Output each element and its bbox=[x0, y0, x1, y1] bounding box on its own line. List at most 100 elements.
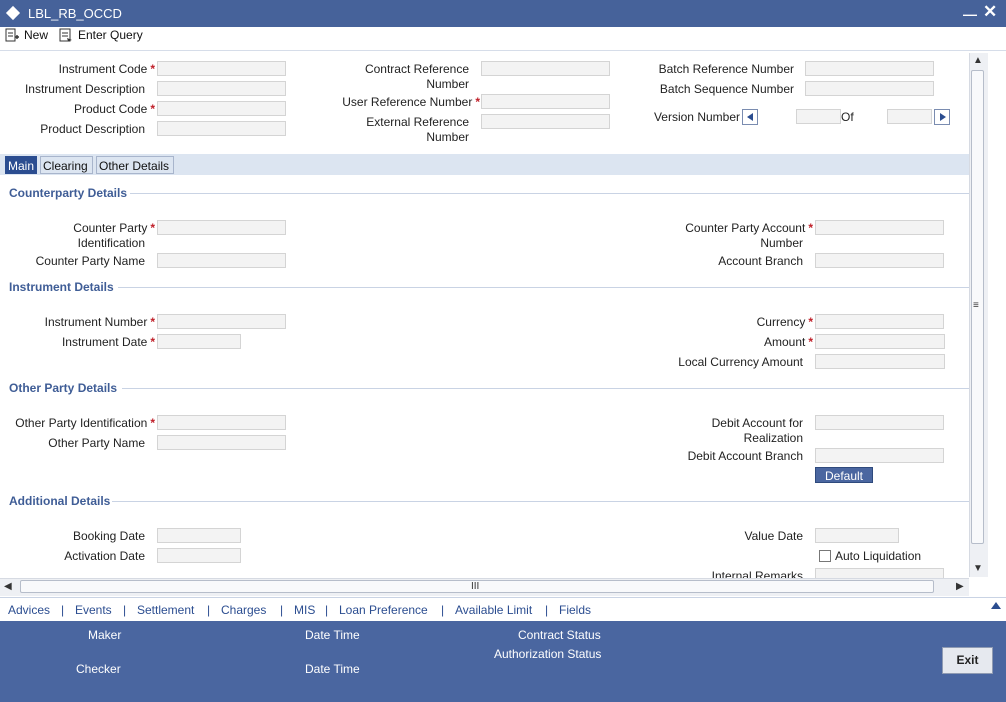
debit-account-field[interactable] bbox=[815, 415, 944, 430]
booking-date-field[interactable] bbox=[157, 528, 241, 543]
link-separator: | bbox=[61, 603, 65, 617]
other-party-name-field[interactable] bbox=[157, 435, 286, 450]
scroll-right-icon[interactable]: ▶ bbox=[956, 581, 964, 592]
tab-main[interactable]: Main bbox=[5, 156, 37, 174]
maker-date-time-label: Date Time bbox=[305, 628, 360, 642]
section-divider bbox=[130, 193, 969, 194]
app-diamond-icon bbox=[5, 5, 21, 21]
authorization-status-label: Authorization Status bbox=[494, 647, 602, 661]
enter-query-button[interactable]: Enter Query bbox=[58, 28, 143, 42]
previous-version-button[interactable] bbox=[742, 109, 758, 125]
checker-label: Checker bbox=[76, 662, 121, 676]
window-title-bar: LBL_RB_OCCD — ✕ bbox=[0, 0, 1006, 28]
local-currency-amount-field[interactable] bbox=[815, 354, 945, 369]
counterparty-identification-label: Counter Party * Identification bbox=[73, 221, 155, 250]
link-settlement[interactable]: Settlement bbox=[137, 603, 194, 617]
counterparty-identification-field[interactable] bbox=[157, 220, 286, 235]
external-reference-field[interactable] bbox=[481, 114, 610, 129]
activation-date-field[interactable] bbox=[157, 548, 241, 563]
version-total-field[interactable] bbox=[887, 109, 932, 124]
user-reference-label: User Reference Number * bbox=[342, 95, 480, 109]
product-code-label: Product Code * bbox=[73, 102, 155, 116]
currency-field[interactable] bbox=[815, 314, 944, 329]
toolbar: New Enter Query bbox=[0, 27, 1006, 47]
user-reference-field[interactable] bbox=[481, 94, 610, 109]
link-separator: | bbox=[207, 603, 211, 617]
other-party-identification-field[interactable] bbox=[157, 415, 286, 430]
next-version-button[interactable] bbox=[934, 109, 950, 125]
value-date-label: Value Date bbox=[744, 529, 803, 543]
scroll-up-icon[interactable]: ▲ bbox=[973, 55, 983, 66]
batch-reference-field[interactable] bbox=[805, 61, 934, 76]
instrument-date-field[interactable] bbox=[157, 334, 241, 349]
instrument-description-field[interactable] bbox=[157, 81, 286, 96]
link-separator: | bbox=[441, 603, 445, 617]
new-button[interactable]: New bbox=[4, 28, 48, 42]
additional-section-heading: Additional Details bbox=[9, 494, 111, 508]
product-description-field[interactable] bbox=[157, 121, 286, 136]
batch-sequence-field[interactable] bbox=[805, 81, 934, 96]
minimize-icon[interactable]: — bbox=[963, 6, 977, 22]
counterparty-name-field[interactable] bbox=[157, 253, 286, 268]
exit-button[interactable]: Exit bbox=[942, 647, 993, 674]
enter-query-label: Enter Query bbox=[78, 28, 143, 42]
window-title: LBL_RB_OCCD bbox=[28, 6, 122, 21]
horizontal-grip-icon: III bbox=[471, 581, 480, 592]
version-number-field[interactable] bbox=[796, 109, 841, 124]
auto-liquidation-checkbox[interactable] bbox=[819, 550, 831, 562]
link-loan-preference[interactable]: Loan Preference bbox=[339, 603, 428, 617]
internal-remarks-field[interactable] bbox=[815, 568, 944, 578]
account-branch-field[interactable] bbox=[815, 253, 944, 268]
tab-clearing[interactable]: Clearing bbox=[40, 156, 93, 174]
right-arrow-icon bbox=[940, 113, 946, 121]
link-mis[interactable]: MIS bbox=[294, 603, 315, 617]
internal-remarks-row: Internal Remarks bbox=[620, 567, 969, 578]
link-fields[interactable]: Fields bbox=[559, 603, 591, 617]
link-separator: | bbox=[280, 603, 284, 617]
link-separator: | bbox=[325, 603, 329, 617]
section-divider bbox=[122, 388, 969, 389]
value-date-field[interactable] bbox=[815, 528, 899, 543]
instrument-code-field[interactable] bbox=[157, 61, 286, 76]
section-divider bbox=[118, 287, 969, 288]
link-separator: | bbox=[123, 603, 127, 617]
counterparty-name-label: Counter Party Name bbox=[35, 254, 145, 268]
version-number-label: Version Number bbox=[653, 110, 740, 124]
link-available-limit[interactable]: Available Limit bbox=[455, 603, 532, 617]
auto-liquidation-label: Auto Liquidation bbox=[835, 549, 922, 563]
debit-account-branch-label: Debit Account Branch bbox=[687, 449, 803, 463]
instrument-section-heading: Instrument Details bbox=[9, 280, 114, 294]
currency-label: Currency * bbox=[756, 315, 813, 329]
amount-field[interactable] bbox=[815, 334, 945, 349]
link-events[interactable]: Events bbox=[75, 603, 112, 617]
instrument-description-label: Instrument Description bbox=[24, 82, 145, 96]
link-advices[interactable]: Advices bbox=[8, 603, 50, 617]
scroll-down-icon[interactable]: ▼ bbox=[973, 563, 983, 574]
contract-reference-field[interactable] bbox=[481, 61, 610, 76]
instrument-number-field[interactable] bbox=[157, 314, 286, 329]
scroll-left-icon[interactable]: ◀ bbox=[4, 581, 12, 592]
version-of-label: Of bbox=[841, 110, 854, 124]
close-icon[interactable]: ✕ bbox=[983, 2, 997, 22]
section-divider bbox=[112, 501, 969, 502]
debit-account-branch-field[interactable] bbox=[815, 448, 944, 463]
contract-status-label: Contract Status bbox=[518, 628, 601, 642]
debit-account-label: Debit Account for Realization bbox=[711, 416, 803, 445]
contract-reference-label: Contract Reference Number bbox=[364, 62, 469, 91]
tab-other-details[interactable]: Other Details bbox=[96, 156, 174, 174]
checker-date-time-label: Date Time bbox=[305, 662, 360, 676]
vertical-grip-icon: ≡ bbox=[973, 300, 979, 311]
other-party-section-heading: Other Party Details bbox=[9, 381, 118, 395]
amount-label: Amount * bbox=[763, 335, 813, 349]
instrument-date-label: Instrument Date * bbox=[61, 335, 155, 349]
counterparty-account-field[interactable] bbox=[815, 220, 944, 235]
product-code-field[interactable] bbox=[157, 101, 286, 116]
default-button[interactable]: Default bbox=[815, 467, 873, 483]
link-separator: | bbox=[545, 603, 549, 617]
counterparty-account-label: Counter Party Account * Number bbox=[685, 221, 813, 250]
local-currency-amount-label: Local Currency Amount bbox=[678, 355, 803, 369]
link-charges[interactable]: Charges bbox=[221, 603, 266, 617]
collapse-footer-icon[interactable] bbox=[989, 599, 1003, 611]
other-party-name-label: Other Party Name bbox=[48, 436, 145, 450]
instrument-number-label: Instrument Number * bbox=[44, 315, 155, 329]
